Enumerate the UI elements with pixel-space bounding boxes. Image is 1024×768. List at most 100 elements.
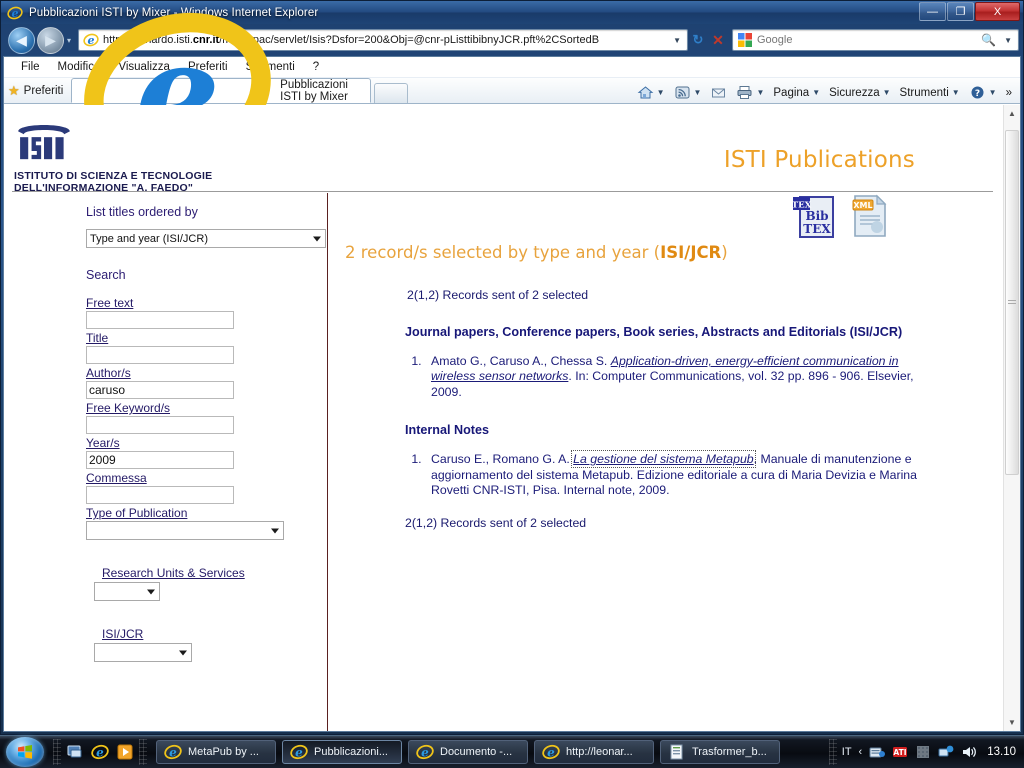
search-box[interactable]: Google 🔍 ▼ <box>732 29 1019 51</box>
safety-menu-label: Sicurezza <box>829 86 880 99</box>
language-indicator[interactable]: IT <box>842 746 852 758</box>
close-icon: X <box>993 5 1002 18</box>
reference-list-internal-notes: Caruso E., Romano G. A. La gestione del … <box>425 450 1003 498</box>
search-provider-caret-icon[interactable]: ▼ <box>998 36 1018 45</box>
field-free-text: Free text <box>86 296 327 329</box>
print-caret-icon[interactable]: ▼ <box>756 88 764 97</box>
research-units-select[interactable] <box>94 582 160 601</box>
svg-text:?: ? <box>975 89 980 99</box>
recent-pages-caret-icon[interactable]: ▾ <box>67 36 71 45</box>
taskbar-button-documento[interactable]: e Documento -... <box>408 740 528 764</box>
safety-menu-button[interactable]: Sicurezza ▼ <box>825 86 894 100</box>
favorites-label: Preferiti <box>23 85 64 97</box>
taskbar-button-trasformer[interactable]: Trasformer_b... <box>660 740 780 764</box>
title-input[interactable] <box>86 346 234 364</box>
internet-explorer-icon: e <box>7 5 23 21</box>
menu-item-help[interactable]: ? <box>304 59 328 75</box>
home-button[interactable]: ▼ <box>633 84 669 101</box>
results-main: TEX Bib TEX XML 2 record/s selected by t… <box>329 193 1003 731</box>
feeds-button[interactable]: ▼ <box>670 84 706 101</box>
page-scrollbar-vertical[interactable]: ▲ ▼ <box>1003 105 1020 731</box>
safety-caret-icon[interactable]: ▼ <box>883 88 891 97</box>
forward-button[interactable]: ▶ <box>37 26 64 54</box>
document-icon <box>668 743 686 761</box>
web-page: ISTITUTO DI SCIENZA E TECNOLOGIE DELL'IN… <box>4 105 1003 731</box>
reference-item: Amato G., Caruso A., Chessa S. Applicati… <box>425 354 939 400</box>
menu-item-file[interactable]: File <box>12 59 49 75</box>
home-icon <box>637 85 654 100</box>
keyboard-icon[interactable] <box>869 744 886 760</box>
xml-export-icon[interactable]: XML <box>847 193 893 244</box>
free-text-input[interactable] <box>86 311 234 329</box>
favorites-button[interactable]: ★ Preferiti <box>4 80 71 102</box>
print-button[interactable]: ▼ <box>732 84 768 101</box>
years-input[interactable] <box>86 451 234 469</box>
bibtex-export-icon[interactable]: TEX Bib TEX <box>791 193 837 244</box>
page-menu-button[interactable]: Pagina ▼ <box>769 86 824 100</box>
isi-jcr-label: ISI/JCR <box>102 627 144 641</box>
svg-text:e: e <box>96 746 104 760</box>
search-input[interactable]: Google <box>757 34 981 46</box>
years-label: Year/s <box>86 436 120 450</box>
field-type-of-publication: Type of Publication <box>86 506 327 540</box>
chevron-down-icon <box>179 650 187 655</box>
order-by-select[interactable]: Type and year (ISI/JCR) <box>86 229 326 248</box>
start-button[interactable] <box>2 737 48 768</box>
restore-button[interactable]: ❐ <box>947 2 974 21</box>
tools-menu-button[interactable]: Strumenti ▼ <box>896 86 964 100</box>
taskbar-buttons: e MetaPub by ... e Pubblicazioni... e Do… <box>156 740 824 764</box>
tools-caret-icon[interactable]: ▼ <box>952 88 960 97</box>
home-caret-icon[interactable]: ▼ <box>657 88 665 97</box>
free-keywords-input[interactable] <box>86 416 234 434</box>
address-dropdown-icon[interactable]: ▼ <box>667 36 687 45</box>
authors-input[interactable] <box>86 381 234 399</box>
refresh-button[interactable]: ↻ <box>688 32 708 48</box>
feeds-caret-icon[interactable]: ▼ <box>694 88 702 97</box>
svg-text:e: e <box>169 746 177 760</box>
new-tab-button[interactable] <box>374 83 409 103</box>
svg-text:TEX: TEX <box>803 222 831 236</box>
group-heading-journal-papers: Journal papers, Conference papers, Book … <box>405 325 903 339</box>
help-button[interactable]: ? ▼ <box>965 84 1001 101</box>
media-player-icon[interactable] <box>116 743 134 761</box>
commandbar-overflow-button[interactable]: » <box>1002 86 1016 100</box>
stop-button[interactable]: ✕ <box>708 32 728 49</box>
scroll-down-button[interactable]: ▼ <box>1004 714 1020 731</box>
isti-logo: ISTITUTO DI SCIENZA E TECNOLOGIE DELL'IN… <box>14 119 224 194</box>
minimize-button[interactable]: — <box>919 2 946 21</box>
free-keywords-label: Free Keyword/s <box>86 401 171 415</box>
type-of-publication-select[interactable] <box>86 521 284 540</box>
help-caret-icon[interactable]: ▼ <box>989 88 997 97</box>
tools-menu-label: Strumenti <box>899 86 949 99</box>
show-desktop-icon[interactable] <box>66 743 84 761</box>
svg-text:Bib: Bib <box>805 209 828 223</box>
page-menu-label: Pagina <box>773 86 810 99</box>
close-button[interactable]: X <box>975 2 1020 21</box>
taskbar-button-metapub[interactable]: e MetaPub by ... <box>156 740 276 764</box>
internet-explorer-icon[interactable]: e <box>91 743 109 761</box>
reference-title-link[interactable]: La gestione del sistema Metapub <box>571 450 756 469</box>
taskbar-clock[interactable]: 13.10 <box>987 746 1016 758</box>
taskbar-button-pubblicazioni[interactable]: e Pubblicazioni... <box>282 740 402 764</box>
ati-catalyst-icon[interactable]: ATI <box>892 744 908 760</box>
browser-client-area: File Modifica Visualizza Preferiti Strum… <box>3 12 1021 732</box>
page-caret-icon[interactable]: ▼ <box>812 88 820 97</box>
tray-expand-icon[interactable]: ‹ <box>859 746 863 758</box>
scroll-up-button[interactable]: ▲ <box>1004 105 1020 122</box>
tray-extra-icon[interactable] <box>915 744 931 760</box>
commessa-input[interactable] <box>86 486 234 504</box>
isi-jcr-select[interactable] <box>94 643 192 662</box>
scrollbar-thumb[interactable] <box>1005 130 1019 475</box>
volume-icon[interactable] <box>961 744 977 760</box>
reference-item: Caruso E., Romano G. A. La gestione del … <box>425 450 939 498</box>
back-button[interactable]: ◀ <box>8 26 35 54</box>
taskbar-button-leonardo[interactable]: e http://leonar... <box>534 740 654 764</box>
taskbar-grip-icon <box>139 739 147 765</box>
star-icon: ★ <box>8 83 20 98</box>
tab-pubblicazioni-isti[interactable]: e Pubblicazioni ISTI by Mixer <box>71 12 372 171</box>
tab-label: Pubblicazioni ISTI by Mixer <box>280 78 348 103</box>
search-icon[interactable]: 🔍 <box>981 33 996 47</box>
network-icon[interactable] <box>938 744 954 760</box>
mail-button[interactable] <box>706 84 731 101</box>
